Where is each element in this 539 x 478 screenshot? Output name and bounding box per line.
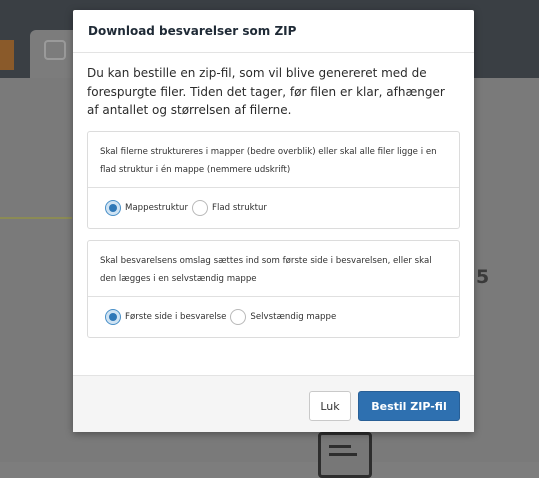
radio-checked-icon[interactable] (105, 199, 121, 216)
radio-first-page[interactable]: Første side i besvarelse (105, 308, 227, 325)
cover-option-group: Skal besvarelsens omslag sættes ind som … (87, 239, 460, 338)
dialog-body: Du kan bestille en zip-fil, som vil bliv… (73, 53, 474, 338)
radio-unchecked-icon[interactable] (230, 308, 247, 325)
radio-label: Mappestruktur (125, 202, 189, 213)
dialog-title: Download besvarelser som ZIP (73, 10, 474, 53)
radio-label: Første side i besvarelse (125, 311, 227, 322)
structure-options: Mappestruktur Flad struktur (88, 188, 459, 228)
radio-label: Flad struktur (212, 202, 267, 213)
comment-icon (44, 40, 66, 60)
background-accent (0, 40, 14, 70)
radio-flat-structure[interactable]: Flad struktur (192, 199, 267, 216)
document-icon (318, 432, 372, 478)
background-divider (0, 217, 72, 219)
structure-question: Skal filerne struktureres i mapper (bedr… (88, 132, 459, 188)
radio-unchecked-icon[interactable] (192, 199, 209, 216)
order-zip-button[interactable]: Bestil ZIP-fil (358, 391, 460, 421)
radio-separate-folder[interactable]: Selvstændig mappe (230, 308, 337, 325)
dialog-footer: Luk Bestil ZIP-fil (73, 375, 474, 432)
cover-options: Første side i besvarelse Selvstændig map… (88, 297, 459, 337)
dialog-intro-text: Du kan bestille en zip-fil, som vil bliv… (87, 66, 445, 117)
radio-checked-icon[interactable] (105, 308, 121, 325)
zip-download-dialog: Download besvarelser som ZIP Du kan best… (73, 10, 474, 432)
structure-option-group: Skal filerne struktureres i mapper (bedr… (87, 130, 460, 229)
radio-folder-structure[interactable]: Mappestruktur (105, 199, 189, 216)
background-topbar-right (474, 30, 539, 78)
close-button[interactable]: Luk (309, 391, 351, 421)
cover-question: Skal besvarelsens omslag sættes ind som … (88, 241, 459, 297)
radio-label: Selvstændig mappe (250, 311, 337, 322)
background-number: 5 (476, 266, 490, 288)
